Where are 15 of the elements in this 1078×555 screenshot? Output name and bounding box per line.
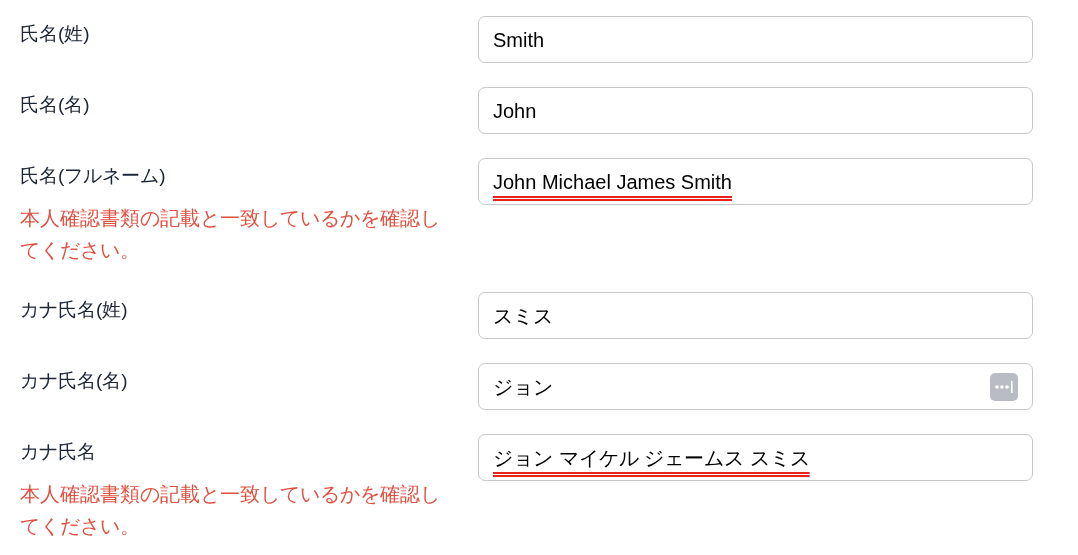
input-field[interactable]: ジョン: [478, 363, 1033, 410]
field-label: 氏名(フルネーム): [20, 164, 167, 188]
warning-message: 本人確認書類の記載と一致しているかを確認してください。: [20, 482, 441, 539]
input-field[interactable]: John: [478, 87, 1033, 134]
input-field[interactable]: John Michael James Smith: [478, 158, 1033, 205]
field-label: 氏名(名): [20, 93, 91, 117]
autofill-icon[interactable]: [990, 372, 1018, 401]
field-label: カナ氏名(姓): [20, 298, 129, 322]
input-field[interactable]: ジョン マイケル ジェームス スミス: [478, 434, 1033, 481]
input-field[interactable]: Smith: [478, 16, 1033, 63]
field-label: カナ氏名: [20, 440, 97, 464]
field-label: カナ氏名(名): [20, 369, 129, 393]
field-label: 氏名(姓): [20, 22, 91, 46]
warning-message: 本人確認書類の記載と一致しているかを確認してください。: [20, 206, 441, 263]
input-field[interactable]: スミス: [478, 292, 1033, 339]
